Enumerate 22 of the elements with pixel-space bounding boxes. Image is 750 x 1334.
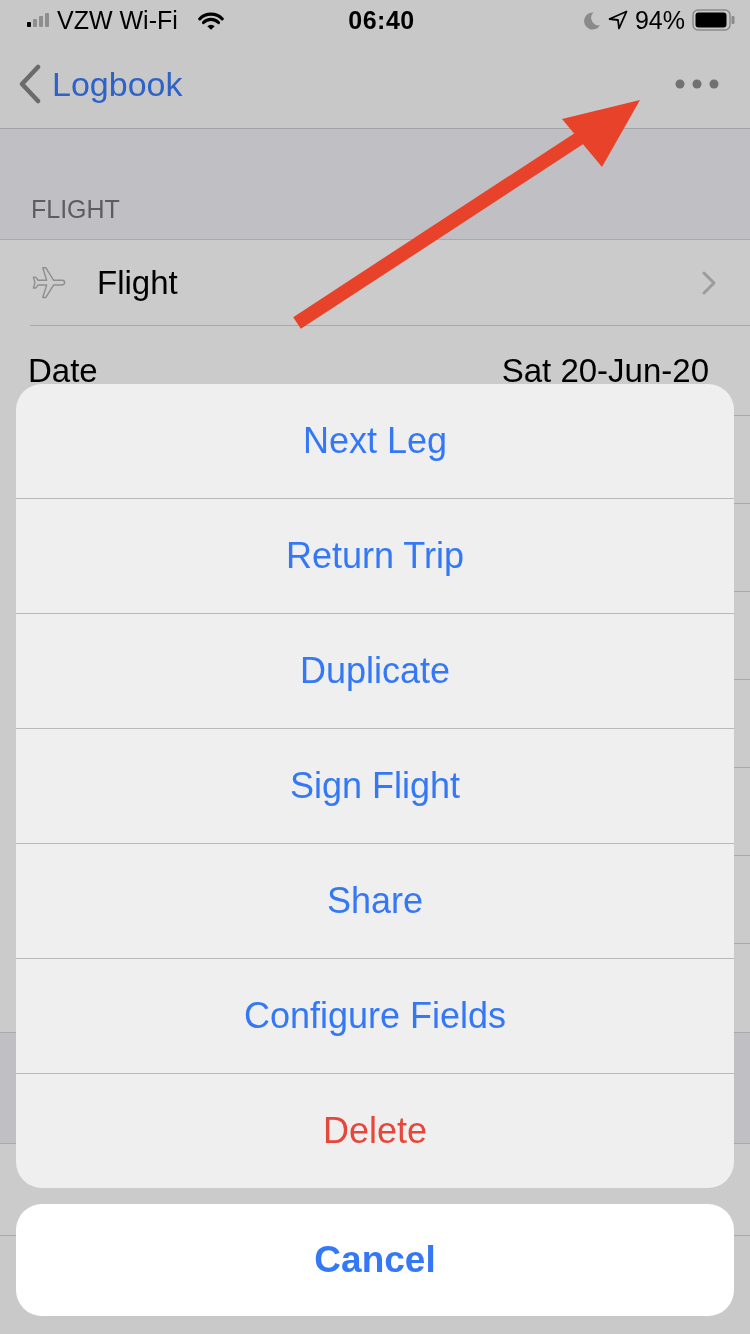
chevron-left-icon	[18, 64, 42, 104]
row-label: Flight	[97, 263, 178, 302]
signal-icon	[27, 13, 49, 27]
ellipsis-icon	[675, 79, 719, 89]
action-button[interactable]: Duplicate	[16, 613, 734, 728]
action-button[interactable]: Return Trip	[16, 498, 734, 613]
battery-icon	[692, 9, 736, 31]
battery-percentage: 94%	[634, 5, 685, 35]
airplane-icon	[32, 266, 66, 299]
location-arrow-icon	[607, 10, 628, 30]
action-button[interactable]: Configure Fields	[16, 958, 734, 1073]
status-time: 06:40	[348, 5, 415, 35]
action-button[interactable]: Delete	[16, 1073, 734, 1188]
action-button[interactable]: Sign Flight	[16, 728, 734, 843]
moon-icon	[581, 10, 601, 30]
chevron-right-icon	[702, 270, 716, 295]
section-header: FLIGHT	[31, 195, 120, 224]
action-button[interactable]: Share	[16, 843, 734, 958]
cancel-button[interactable]: Cancel	[16, 1204, 734, 1316]
wifi-icon	[197, 10, 224, 30]
back-button[interactable]: Logbook	[18, 60, 183, 108]
carrier-name: VZW Wi-Fi	[57, 5, 178, 35]
